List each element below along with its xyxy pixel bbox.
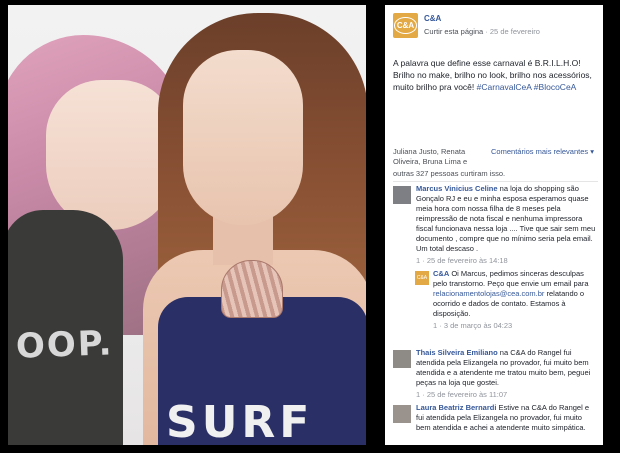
avatar[interactable] xyxy=(393,186,411,204)
shirt-print-text: OOP. xyxy=(15,323,115,367)
page-meta: Curtir esta página · 25 de fevereiro xyxy=(424,27,540,36)
comment-body: Thais Silveira Emiliano na C&A do Rangel… xyxy=(416,348,596,400)
comment-body: Laura Beatriz Bernardi Estive na C&A do … xyxy=(416,403,596,433)
comment-meta: 1 · 3 de março às 04:23 xyxy=(433,321,513,330)
post-date[interactable]: 25 de fevereiro xyxy=(490,27,540,36)
comment-text: Oi Marcus, pedimos sinceras desculpas pe… xyxy=(433,269,589,288)
page-header: C&A C&A Curtir esta página · 25 de fever… xyxy=(393,13,598,45)
avatar[interactable] xyxy=(393,405,411,423)
reaction-count[interactable]: outras 327 pessoas curtiram isso. xyxy=(393,169,513,179)
comment-author[interactable]: Thais Silveira Emiliano xyxy=(416,348,498,357)
page-logo-icon[interactable]: C&A xyxy=(393,13,418,38)
top-print-text: SURF xyxy=(166,397,314,445)
like-page-link[interactable]: Curtir esta página xyxy=(424,27,483,36)
meta-separator: · xyxy=(485,27,488,36)
model-right-face xyxy=(183,50,303,225)
post-side-panel: C&A C&A Curtir esta página · 25 de fever… xyxy=(385,5,603,445)
page-name-link[interactable]: C&A xyxy=(424,14,441,23)
comment-body: C&A Oi Marcus, pedimos sinceras desculpa… xyxy=(433,269,595,331)
post-photo[interactable]: OOP. SURF xyxy=(8,5,366,445)
comment-author[interactable]: Laura Beatriz Bernardi xyxy=(416,403,496,412)
email-link[interactable]: relacionamentolojas@cea.com.br xyxy=(433,289,544,298)
model-left-face xyxy=(46,80,176,230)
comment-author[interactable]: C&A xyxy=(433,269,449,278)
avatar[interactable] xyxy=(393,350,411,368)
post-hashtags[interactable]: #CarnavalCeA #BlocoCeA xyxy=(477,82,577,92)
divider xyxy=(393,181,598,182)
comments-sort-dropdown[interactable]: Comentários mais relevantes ▾ xyxy=(491,147,594,157)
comment-text: na loja do shopping são Gonçalo RJ e eu … xyxy=(416,184,596,253)
comment-body: Marcus Vinicius Celine na loja do shoppi… xyxy=(416,184,596,266)
comment-meta: 1 · 25 de fevereiro às 14:18 xyxy=(416,256,508,265)
post-text: A palavra que define esse carnaval é B.R… xyxy=(393,57,598,93)
comment-meta: 1 · 25 de fevereiro às 11:07 xyxy=(416,390,508,399)
reaction-names[interactable]: Juliana Justo, Renata Oliveira, Bruna Li… xyxy=(393,147,493,167)
comment-author[interactable]: Marcus Vinicius Celine xyxy=(416,184,498,193)
page-avatar[interactable]: C&A xyxy=(415,271,429,285)
shell-necklace xyxy=(221,260,283,318)
